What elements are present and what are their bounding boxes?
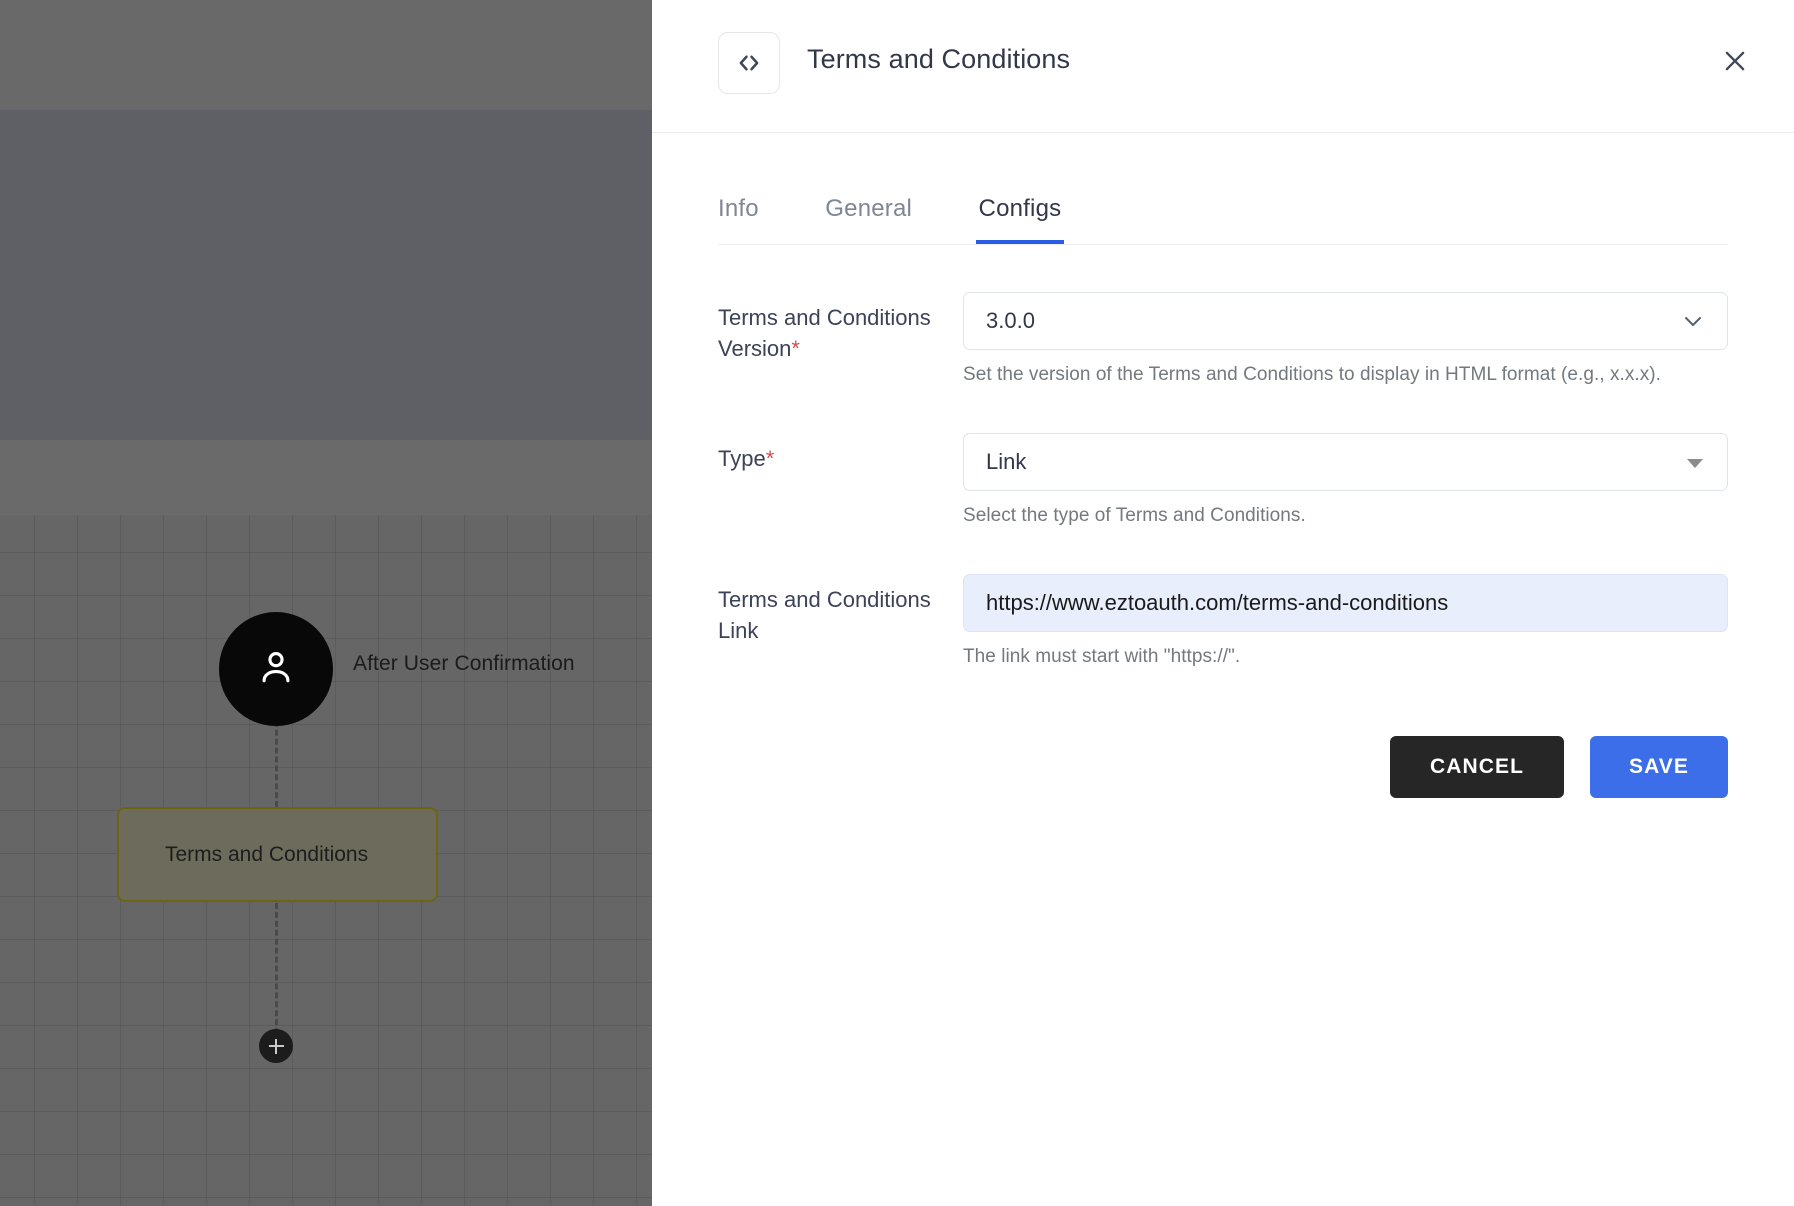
link-input-value: https://www.eztoauth.com/terms-and-condi… xyxy=(986,590,1449,615)
code-brackets-icon xyxy=(718,32,780,94)
node-caption: After User Confirmation xyxy=(353,652,575,675)
close-icon[interactable] xyxy=(1712,38,1758,84)
tab-info[interactable]: Info xyxy=(718,195,759,243)
link-input[interactable]: https://www.eztoauth.com/terms-and-condi… xyxy=(963,574,1728,632)
tab-general[interactable]: General xyxy=(825,195,912,243)
type-helper-text: Select the type of Terms and Conditions. xyxy=(963,505,1306,526)
version-helper-text: Set the version of the Terms and Conditi… xyxy=(963,364,1661,385)
panel-header: Terms and Conditions xyxy=(652,0,1794,133)
flow-node-label: Terms and Conditions xyxy=(165,842,369,866)
field-type-label: Type* xyxy=(718,433,963,527)
user-start-node[interactable] xyxy=(219,612,333,726)
field-version-label: Terms and Conditions Version* xyxy=(718,292,963,386)
user-icon xyxy=(254,645,298,694)
flow-canvas[interactable]: After User Confirmation Terms and Condit… xyxy=(0,0,652,1206)
version-select-value: 3.0.0 xyxy=(986,308,1035,333)
chevron-down-icon xyxy=(1681,309,1705,333)
caret-down-icon xyxy=(1687,459,1703,468)
add-step-button[interactable] xyxy=(259,1029,293,1063)
details-panel: Terms and Conditions Info General Config… xyxy=(652,0,1794,1206)
required-marker: * xyxy=(765,446,775,471)
link-helper-text: The link must start with "https://". xyxy=(963,646,1241,667)
field-type: Type* Link Select the type of Terms and … xyxy=(718,433,1728,527)
canvas-band-middle xyxy=(0,110,652,440)
field-version-label-text: Terms and Conditions Version xyxy=(718,305,931,361)
plus-icon-vertical xyxy=(275,1038,277,1054)
screen: After User Confirmation Terms and Condit… xyxy=(0,0,1794,1206)
required-marker: * xyxy=(791,336,800,361)
panel-tabs: Info General Configs xyxy=(718,133,1728,245)
panel-actions: CANCEL SAVE xyxy=(652,736,1794,798)
flow-node-terms-and-conditions[interactable]: Terms and Conditions xyxy=(117,807,438,902)
field-link: Terms and Conditions Link https://www.ez… xyxy=(718,574,1728,668)
version-select[interactable]: 3.0.0 xyxy=(963,292,1728,350)
flow-edge-upper xyxy=(275,712,278,807)
type-select[interactable]: Link xyxy=(963,433,1728,491)
type-select-value: Link xyxy=(986,449,1027,474)
page-title: Terms and Conditions xyxy=(807,44,1071,74)
field-type-label-text: Type xyxy=(718,446,766,471)
field-link-label: Terms and Conditions Link xyxy=(718,587,931,643)
cancel-button[interactable]: CANCEL xyxy=(1390,736,1564,798)
flow-edge-lower xyxy=(275,903,278,1043)
field-version: Terms and Conditions Version* 3.0.0 Set … xyxy=(718,292,1728,386)
tab-configs[interactable]: Configs xyxy=(975,195,1065,244)
configs-form: Terms and Conditions Version* 3.0.0 Set … xyxy=(652,292,1794,668)
save-button[interactable]: SAVE xyxy=(1590,736,1728,798)
canvas-band-top xyxy=(0,0,652,110)
